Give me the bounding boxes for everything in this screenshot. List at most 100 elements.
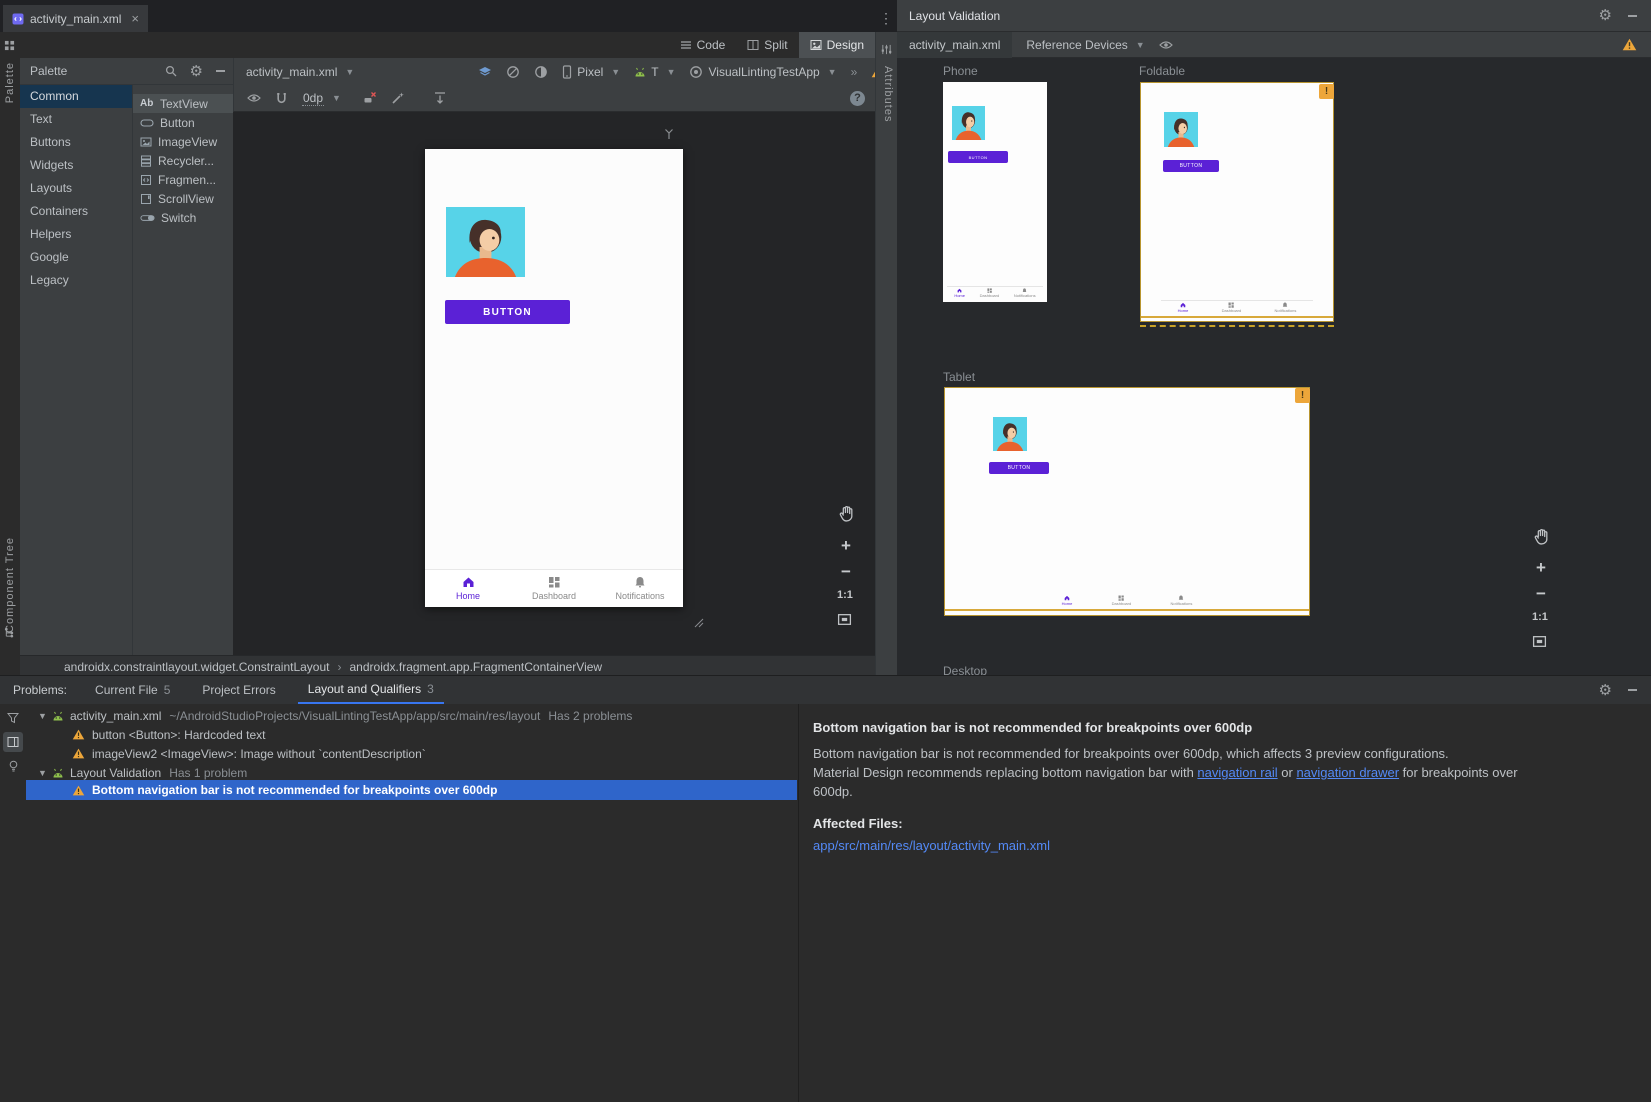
affected-file-link[interactable]: app/src/main/res/layout/activity_main.xm… <box>813 838 1050 853</box>
preview-tablet[interactable]: BUTTON Home Dashboard Notifications <box>944 387 1310 616</box>
help-icon[interactable]: ? <box>850 91 865 106</box>
palette-category-containers[interactable]: Containers <box>20 200 132 223</box>
zoom-ratio-button[interactable]: 1:1 <box>837 589 853 601</box>
more-options-icon[interactable]: ⋮ <box>879 10 893 27</box>
validation-zoom-out-button[interactable]: − <box>1536 584 1546 604</box>
tree-row-content-description[interactable]: imageView2 <ImageView>: Image without `c… <box>26 744 797 763</box>
palette-header: Palette ⚙ <box>20 58 233 85</box>
chevron-down-icon[interactable]: ▼ <box>38 768 47 778</box>
autoconnect-magnet-icon[interactable] <box>275 92 288 105</box>
pan-hand-icon[interactable] <box>838 505 855 522</box>
palette-category-buttons[interactable]: Buttons <box>20 131 132 154</box>
view-options-icon[interactable] <box>247 93 261 103</box>
palette-item-label: Fragmen... <box>158 173 216 187</box>
theme-dropdown[interactable]: VisualLintingTestApp▼ <box>689 65 836 79</box>
foldable-warning-badge[interactable]: ! <box>1319 84 1334 99</box>
palette-item-textview[interactable]: Ab TextView <box>133 94 233 113</box>
palette-item-switch[interactable]: Switch <box>133 208 233 227</box>
palette-settings-icon[interactable]: ⚙ <box>190 64 203 79</box>
tab-project-errors[interactable]: Project Errors <box>192 676 285 704</box>
toolbar-overflow-icon[interactable]: » <box>851 65 858 79</box>
tree-row-file[interactable]: ▼ activity_main.xml ~/AndroidStudioProje… <box>26 706 797 725</box>
mode-design-button[interactable]: Design <box>799 32 875 58</box>
palette-category-legacy[interactable]: Legacy <box>20 269 132 292</box>
preview-pane-toggle-icon[interactable] <box>3 732 23 752</box>
palette-stripe-label[interactable]: Palette <box>4 62 16 103</box>
zoom-to-fit-icon[interactable] <box>837 612 852 627</box>
validation-zoom-in-button[interactable]: + <box>1536 558 1546 578</box>
palette-category-layouts[interactable]: Layouts <box>20 177 132 200</box>
breadcrumb-item-fragmentcontainer[interactable]: androidx.fragment.app.FragmentContainerV… <box>350 660 603 674</box>
palette-stripe-icon[interactable] <box>4 40 20 51</box>
palette-item-fragmentcontainer[interactable]: Fragmen... <box>133 170 233 189</box>
palette-item-recyclerview[interactable]: Recycler... <box>133 151 233 170</box>
imageview-avatar[interactable] <box>446 207 525 277</box>
palette-item-scrollview[interactable]: ScrollView <box>133 189 233 208</box>
validation-pan-hand-icon[interactable] <box>1533 528 1550 545</box>
preview-phone[interactable]: BUTTON Home Dashboard Notifications <box>943 82 1047 302</box>
validation-warning-icon[interactable] <box>1622 38 1651 51</box>
tablet-warning-badge[interactable]: ! <box>1295 388 1310 403</box>
design-surface[interactable]: BUTTON Home Dashboard Notifications <box>233 112 875 655</box>
editor-tab[interactable]: activity_main.xml × <box>3 5 148 32</box>
preview-foldable[interactable]: BUTTON Home Dashboard Notifications <box>1140 82 1334 322</box>
validation-view-options-icon[interactable] <box>1159 40 1173 50</box>
resize-handle[interactable] <box>692 616 704 628</box>
attributes-stripe-icon[interactable] <box>881 44 897 55</box>
layers-icon[interactable] <box>478 66 492 78</box>
validation-zoom-to-fit-icon[interactable] <box>1532 634 1547 649</box>
search-icon[interactable] <box>165 65 177 77</box>
attributes-stripe-label[interactable]: Attributes <box>882 66 894 122</box>
palette-category-common[interactable]: Common <box>20 85 132 108</box>
file-dropdown[interactable]: activity_main.xml▼ <box>246 65 354 79</box>
zoom-in-button[interactable]: + <box>841 536 851 556</box>
chevron-down-icon[interactable]: ▼ <box>38 711 47 721</box>
filter-icon[interactable] <box>3 708 23 728</box>
nav-dashboard[interactable]: Dashboard <box>511 570 597 607</box>
palette-minimize-icon[interactable] <box>216 70 225 72</box>
problems-minimize-icon[interactable] <box>1628 689 1637 691</box>
palette-item-button[interactable]: Button <box>133 113 233 132</box>
component-tree-stripe-label[interactable]: Component Tree <box>4 537 16 633</box>
gear-icon[interactable]: ⚙ <box>1599 8 1612 23</box>
breadcrumb-item-constraintlayout[interactable]: androidx.constraintlayout.widget.Constra… <box>64 660 330 674</box>
default-margin-dropdown[interactable]: 0dp▼ <box>302 91 341 106</box>
device-dropdown[interactable]: Pixel▼ <box>562 65 620 79</box>
tree-row-bottom-nav-selected[interactable]: Bottom navigation bar is not recommended… <box>26 780 797 800</box>
device-pin-icon[interactable] <box>663 128 675 140</box>
bottom-navigation[interactable]: Home Dashboard Notifications <box>425 569 683 607</box>
problem-detail-pane: Bottom navigation bar is not recommended… <box>798 704 1651 1102</box>
zoom-out-button[interactable]: − <box>841 562 851 582</box>
palette-category-google[interactable]: Google <box>20 246 132 269</box>
palette-category-text[interactable]: Text <box>20 108 132 131</box>
mode-split-button[interactable]: Split <box>736 32 798 58</box>
home-icon <box>462 576 475 588</box>
nav-home[interactable]: Home <box>425 570 511 607</box>
tab-current-file[interactable]: Current File 5 <box>85 676 180 704</box>
navigation-drawer-link[interactable]: navigation drawer <box>1296 765 1399 780</box>
validation-tab[interactable]: activity_main.xml <box>897 32 1012 58</box>
mode-code-button[interactable]: Code <box>669 32 737 58</box>
palette-category-widgets[interactable]: Widgets <box>20 154 132 177</box>
night-mode-icon[interactable] <box>534 65 548 79</box>
blueprint-toggle-icon[interactable] <box>506 65 520 79</box>
palette-item-imageview[interactable]: ImageView <box>133 132 233 151</box>
palette-category-helpers[interactable]: Helpers <box>20 223 132 246</box>
close-icon[interactable]: × <box>131 11 139 26</box>
infer-constraints-wand-icon[interactable] <box>391 91 405 105</box>
tree-row-hardcoded-text[interactable]: button <Button>: Hardcoded text <box>26 725 797 744</box>
api-level-dropdown[interactable]: T▼ <box>634 65 675 79</box>
component-tree-stripe-icon[interactable] <box>4 627 15 638</box>
navigation-rail-link[interactable]: navigation rail <box>1197 765 1277 780</box>
clear-constraints-icon[interactable] <box>363 91 377 105</box>
validation-zoom-ratio-button[interactable]: 1:1 <box>1532 611 1548 623</box>
reference-devices-dropdown[interactable]: Reference Devices▼ <box>1026 38 1144 52</box>
material-button[interactable]: BUTTON <box>445 300 570 324</box>
lightbulb-icon[interactable] <box>3 756 23 776</box>
problems-settings-icon[interactable]: ⚙ <box>1599 683 1612 698</box>
minimize-icon[interactable] <box>1628 15 1637 17</box>
nav-notifications[interactable]: Notifications <box>597 570 683 607</box>
pack-align-icon[interactable] <box>433 91 447 105</box>
tab-layout-and-qualifiers[interactable]: Layout and Qualifiers 3 <box>298 676 444 704</box>
phone-preview-canvas[interactable]: BUTTON Home Dashboard Notifications <box>425 149 683 607</box>
